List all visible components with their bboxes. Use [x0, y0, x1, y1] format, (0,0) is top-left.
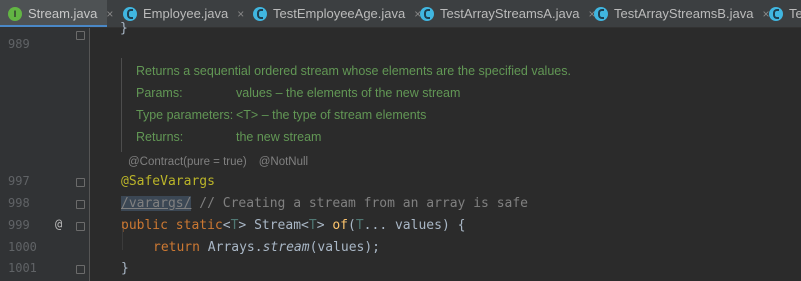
- doc-params-row: Params: values – the elements of the new …: [136, 86, 460, 100]
- fold-marker-icon[interactable]: [76, 200, 85, 209]
- fold-marker-icon[interactable]: [76, 31, 85, 40]
- class-icon: [420, 6, 434, 21]
- contract-annotation: @Contract(pure = true): [128, 156, 247, 168]
- tab-testarraystreamsb-java[interactable]: TestArrayStreamsB.java ×: [588, 0, 769, 27]
- tab-label: TestArrayStreamsB.java: [614, 6, 754, 21]
- code-line-1000[interactable]: return Arrays.stream(values);: [153, 239, 380, 257]
- line-number: 998: [8, 196, 30, 210]
- tab-employee-java[interactable]: Employee.java ×: [115, 0, 244, 27]
- class-icon: [123, 6, 137, 21]
- paren-open: (: [348, 218, 356, 233]
- line-number: 997: [8, 174, 30, 188]
- keyword-return: return: [153, 240, 200, 255]
- method-name-stream: stream: [262, 240, 310, 255]
- fold-marker-icon[interactable]: [76, 265, 85, 274]
- doc-type-params-value: <T> – the type of stream elements: [236, 108, 427, 122]
- tab-truncated[interactable]: Tes: [763, 0, 801, 27]
- code-line-999[interactable]: public static<T> Stream<T> of(T... value…: [121, 217, 465, 235]
- doc-params-value: values – the elements of the new stream: [236, 86, 461, 100]
- type-param-t: T: [308, 218, 317, 233]
- closing-brace: }: [121, 261, 129, 276]
- varargs-tag: /varargs/: [121, 196, 192, 211]
- doc-summary: Returns a sequential ordered stream whos…: [136, 64, 571, 78]
- return-type: > Stream<: [238, 218, 309, 233]
- closing-brace: }: [120, 21, 128, 36]
- doc-returns-value: the new stream: [236, 130, 322, 144]
- tab-label: TestEmployeeAge.java: [273, 6, 406, 21]
- class-icon: [253, 6, 267, 21]
- method-name-of: of: [332, 218, 349, 233]
- line-number: 989: [8, 37, 30, 51]
- line-comment: // Creating a stream from an array is sa…: [191, 196, 528, 211]
- close-icon[interactable]: ×: [106, 7, 113, 21]
- line-number: 999: [8, 218, 30, 232]
- line-number: 1000: [8, 240, 37, 254]
- doc-type-params-row: Type parameters: <T> – the type of stream…: [136, 108, 426, 122]
- tab-testemployeeage-java[interactable]: TestEmployeeAge.java ×: [245, 0, 421, 27]
- call-args: (values);: [309, 240, 381, 255]
- doc-returns-row: Returns: the new stream: [136, 130, 321, 144]
- code-line-998[interactable]: /varargs/ // Creating a stream from an a…: [121, 195, 528, 213]
- gutter-divider: [89, 28, 90, 281]
- doc-type-params-key: Type parameters:: [136, 108, 234, 122]
- type-param-open: <: [222, 218, 231, 233]
- class-icon: [769, 6, 783, 21]
- tab-label: Employee.java: [143, 6, 229, 21]
- close-icon[interactable]: ×: [237, 7, 244, 21]
- type-param-t: T: [355, 218, 364, 233]
- safevarargs-annotation: @SafeVarargs: [121, 174, 215, 189]
- keyword-public: public: [121, 218, 168, 233]
- code-line-997[interactable]: @SafeVarargs: [121, 173, 215, 191]
- doc-params-key: Params:: [136, 86, 183, 100]
- tab-stream-java[interactable]: I Stream.java ×: [0, 0, 113, 27]
- keyword-static: static: [175, 218, 223, 233]
- doc-returns-key: Returns:: [136, 130, 184, 144]
- gutter[interactable]: 989 997 998 999 1000 1001 @: [0, 28, 90, 281]
- indent-guide: [122, 228, 123, 250]
- params-rest: ... values) {: [363, 218, 466, 233]
- override-marker-icon[interactable]: @: [55, 217, 62, 231]
- class-icon: [594, 6, 608, 21]
- tab-testarraystreamsa-java[interactable]: TestArrayStreamsA.java ×: [414, 0, 595, 27]
- code-line-1001[interactable]: }: [121, 260, 129, 278]
- code-editor[interactable]: 989 997 998 999 1000 1001 @ } Returns a …: [0, 21, 801, 281]
- fold-marker-icon[interactable]: [76, 178, 85, 187]
- class-arrays: Arrays.: [199, 240, 263, 255]
- fold-marker-icon[interactable]: [76, 222, 85, 231]
- line-number: 1001: [8, 261, 37, 275]
- tab-label: Tes: [789, 6, 801, 21]
- rendered-javadoc[interactable]: Returns a sequential ordered stream whos…: [121, 58, 801, 152]
- interface-icon: I: [8, 6, 22, 21]
- inferred-annotations: @Contract(pure = true) @NotNull: [128, 156, 308, 168]
- tab-label: Stream.java: [28, 6, 98, 21]
- notnull-annotation: @NotNull: [258, 156, 309, 168]
- type-close: >: [316, 218, 333, 233]
- tab-label: TestArrayStreamsA.java: [440, 6, 580, 21]
